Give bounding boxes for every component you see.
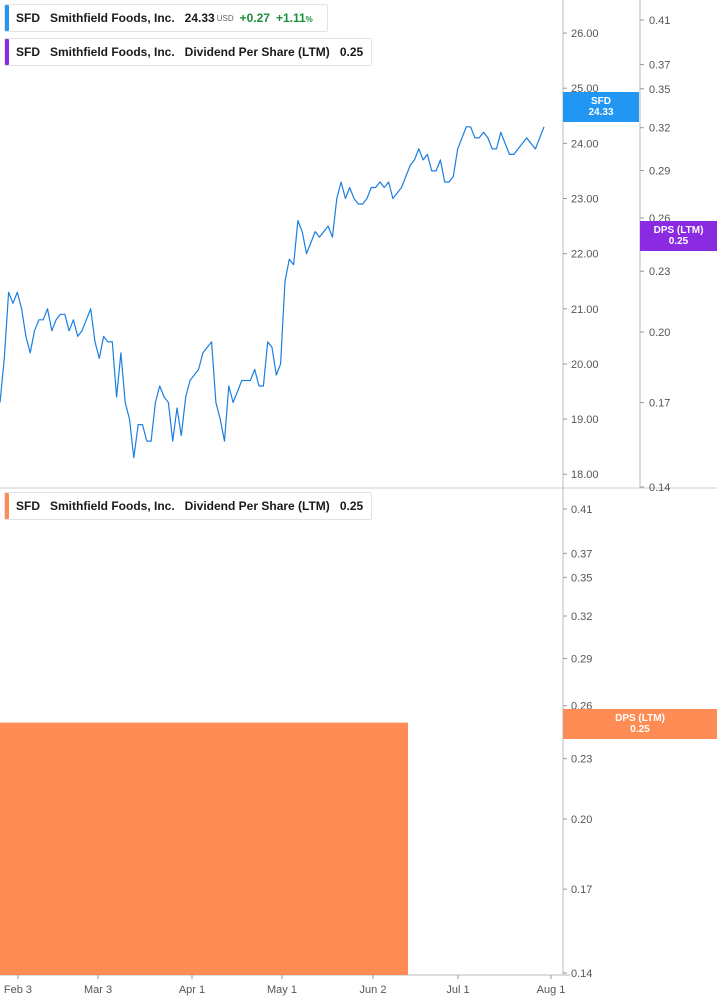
legend-dps-top-symbol: SFD	[16, 45, 40, 59]
dps-top-tag-label: DPS (LTM)	[653, 225, 704, 236]
x-axis-tick-label: Apr 1	[179, 984, 205, 996]
x-axis-tick-label: May 1	[267, 984, 297, 996]
dps-bottom-tag-value: 0.25	[630, 724, 650, 735]
price-axis-tick-label: 20.00	[571, 359, 599, 371]
dps-bottom-axis-tick-label: 0.17	[571, 884, 592, 896]
dps-top-axis-tick-label: 0.37	[649, 60, 670, 72]
price-axis-tick-label: 24.00	[571, 138, 599, 150]
legend-price[interactable]: SFD Smithfield Foods, Inc. 24.33 USD +0.…	[4, 4, 328, 32]
price-tag-label: SFD	[591, 96, 611, 107]
dps-bottom-tag-label: DPS (LTM)	[615, 713, 665, 724]
dps-top-axis-tick-label: 0.35	[649, 84, 670, 96]
legend-dps-bottom-name: Smithfield Foods, Inc.	[50, 499, 175, 513]
price-line-layer	[0, 126, 545, 459]
legend-dps-bottom[interactable]: SFD Smithfield Foods, Inc. Dividend Per …	[4, 492, 373, 520]
price-axis-tick-label: 18.00	[571, 469, 599, 481]
dps-area-layer	[0, 722, 408, 975]
price-axis-tick-label: 26.00	[571, 28, 599, 40]
legend-dps-top-color	[5, 39, 9, 65]
legend-dps-top[interactable]: SFD Smithfield Foods, Inc. Dividend Per …	[4, 38, 373, 66]
dps-top-axis-tick-label: 0.20	[649, 327, 670, 339]
legend-price-name: Smithfield Foods, Inc.	[50, 11, 175, 25]
dps-top-axis-tick-label: 0.41	[649, 15, 670, 27]
price-axis-tag: SFD 24.33	[563, 92, 639, 122]
x-axis-tick-label: Jul 1	[446, 984, 469, 996]
dps-bottom-axis-tick-label: 0.32	[571, 611, 592, 623]
dps-top-tag-value: 0.25	[668, 236, 689, 247]
legend-dps-top-name: Smithfield Foods, Inc.	[50, 45, 175, 59]
x-axis-tick-label: Jun 2	[360, 984, 387, 996]
price-axis-tick-label: 22.00	[571, 249, 599, 261]
legend-dps-bottom-metric: Dividend Per Share (LTM)	[184, 499, 330, 513]
dps-bottom-axis-tick-label: 0.35	[571, 572, 592, 584]
dps-top-axis-tick-label: 0.17	[649, 398, 670, 410]
price-axis-tick-label: 23.00	[571, 194, 599, 206]
dps-top-axis-tag: DPS (LTM) 0.25	[640, 221, 717, 251]
change-pct-value: +1.11	[275, 11, 306, 25]
legend-dps-bottom-color	[5, 493, 9, 519]
legend-dps-top-value: 0.25	[339, 45, 364, 59]
legend-price-change: +0.27	[239, 11, 270, 25]
dps-bottom-axis-tick-label: 0.20	[571, 814, 592, 826]
legend-price-color	[5, 5, 9, 31]
dps-bottom-axis-tick-label: 0.29	[571, 654, 592, 666]
dps-bottom-axis-tick-label: 0.14	[571, 968, 592, 980]
price-axis-tick-label: 19.00	[571, 414, 599, 426]
price-tag-value: 24.33	[588, 107, 614, 118]
dps-top-axis-tick-label: 0.23	[649, 266, 670, 278]
dps-bottom-axis-tick-label: 0.23	[571, 754, 592, 766]
x-axis-tick-label: Mar 3	[84, 984, 112, 996]
x-axis-tick-label: Feb 3	[4, 984, 32, 996]
legend-dps-bottom-symbol: SFD	[16, 499, 40, 513]
legend-price-change-pct: +1.11%	[276, 11, 313, 25]
dps-top-axis-tick-label: 0.29	[649, 165, 670, 177]
dps-area	[0, 722, 408, 975]
x-axis-tick-label: Aug 1	[537, 984, 566, 996]
legend-price-currency: USD	[216, 13, 234, 23]
dps-bottom-axis-tag: DPS (LTM) 0.25	[563, 709, 717, 739]
change-pct-sign: %	[305, 15, 313, 24]
legend-price-value: 24.33	[184, 11, 215, 25]
legend-dps-bottom-value: 0.25	[339, 499, 364, 513]
price-series-line	[0, 126, 545, 459]
legend-price-symbol: SFD	[16, 11, 40, 25]
dps-bottom-axis-tick-label: 0.37	[571, 548, 592, 560]
legend-dps-top-metric: Dividend Per Share (LTM)	[184, 45, 330, 59]
dps-bottom-axis-tick-label: 0.41	[571, 504, 592, 516]
dps-top-axis-tick-label: 0.32	[649, 123, 670, 135]
price-axis-tick-label: 21.00	[571, 304, 599, 316]
dps-top-axis-tick-label: 0.14	[649, 482, 670, 494]
